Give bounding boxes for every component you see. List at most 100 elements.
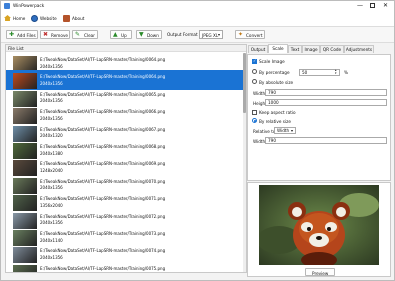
file-thumbnail — [13, 264, 37, 272]
percent-sign: % — [344, 70, 348, 75]
output-format-value: JPEG XL — [202, 33, 219, 38]
scale-image-checkbox[interactable]: ✓ — [252, 58, 257, 64]
file-dimensions: 1248x2040 — [40, 167, 63, 173]
settings-panel: Output Scale Text Image QR Code Adjustments ✓… — [247, 44, 391, 181]
remove-button[interactable]: ✖ Remove — [40, 30, 70, 39]
keep-aspect-checkbox[interactable] — [252, 110, 257, 115]
file-list: E:/TweakNow/DataSet/AI/TF-LapSRN-master/… — [6, 53, 244, 272]
preview-panel: Preview — [247, 182, 391, 277]
file-path: E:/TweakNow/DataSet/AI/TF-LapSRN-master/… — [40, 144, 166, 149]
tab-image[interactable]: Image — [302, 45, 320, 53]
up-button[interactable]: ▲ Up — [110, 30, 132, 39]
file-dimensions: 2040x1356 — [40, 98, 63, 104]
scale-image-label: Scale Image — [259, 59, 285, 64]
file-path: E:/TweakNow/DataSet/AI/TF-LapSRN-master/… — [40, 91, 166, 97]
about-icon — [63, 15, 70, 22]
maximize-button[interactable] — [370, 3, 375, 8]
tab-scale[interactable]: Scale — [268, 44, 288, 53]
file-path: E:/TweakNow/DataSet/AI/TF-LapSRN-master/… — [40, 196, 166, 202]
clear-icon: ✎ — [75, 31, 81, 38]
relative-to-label: Relative to — [253, 129, 276, 134]
add-files-label: Add Files — [17, 33, 36, 38]
file-dimensions: 1356x2040 — [40, 202, 63, 208]
down-button[interactable]: ▼ Down — [136, 30, 162, 39]
keep-aspect-label: Keep aspect ratio — [259, 110, 296, 115]
by-absolute-radio[interactable] — [252, 79, 257, 84]
menu-website-label: Website — [40, 16, 57, 21]
remove-icon: ✖ — [43, 31, 49, 38]
file-path: E:/TweakNow/DataSet/AI/TF-LapSRN-master/… — [40, 265, 166, 271]
height-input[interactable]: 1000 — [265, 99, 387, 106]
menu-home[interactable]: Home — [4, 14, 30, 24]
file-path: E:/TweakNow/DataSet/AI/TF-LapSRN-master/… — [40, 213, 166, 219]
toolbar: ✚ Add Files ✖ Remove ✎ Clear ▲ Up ▼ Down… — [1, 27, 394, 43]
app-window: WinPowerpack — ✕ Home Website About ✚ Ad… — [0, 0, 395, 281]
file-path: E:/TweakNow/DataSet/AI/TF-LapSRN-master/… — [40, 57, 166, 62]
relative-width-input[interactable]: 790 — [265, 137, 387, 144]
close-button[interactable]: ✕ — [383, 2, 388, 9]
file-dimensions: 2040x1356 — [40, 80, 63, 86]
file-path: E:/TweakNow/DataSet/AI/TF-LapSRN-master/… — [40, 178, 166, 184]
file-dimensions: 2040x1356 — [40, 185, 63, 191]
menu-about-label: About — [72, 16, 85, 21]
globe-icon — [31, 15, 38, 22]
menu-bar: Home Website About — [1, 12, 394, 27]
add-icon: ✚ — [9, 31, 15, 38]
by-relative-label: By relative size — [259, 119, 291, 124]
by-percentage-label: By percentage — [259, 70, 290, 75]
clear-button[interactable]: ✎ Clear — [72, 30, 98, 39]
down-label: Down — [147, 33, 159, 38]
file-path: E:/TweakNow/DataSet/AI/TF-LapSRN-master/… — [40, 231, 166, 236]
arrow-down-icon: ▼ — [139, 31, 144, 38]
tab-output[interactable]: Output — [248, 45, 268, 53]
relative-to-value: Width — [277, 128, 290, 133]
tab-qr-code[interactable]: QR Code — [320, 45, 344, 53]
remove-label: Remove — [51, 33, 68, 38]
home-icon — [4, 15, 11, 21]
file-list-header: File List — [6, 45, 246, 52]
percentage-spinner-icon[interactable]: ▴ ▾ — [335, 69, 337, 75]
output-format-label: Output Format — [167, 32, 198, 37]
by-absolute-label: By absolute size — [259, 80, 294, 85]
file-dimensions: 2040x1320 — [40, 133, 63, 139]
menu-website[interactable]: Website — [31, 14, 63, 24]
chevron-down-icon: ▾ — [291, 128, 294, 133]
menu-home-label: Home — [13, 16, 26, 21]
file-dimensions: 2040x1356 — [40, 220, 63, 226]
minimize-button[interactable]: — — [357, 2, 363, 9]
width-label: Width — [253, 91, 266, 96]
file-path: E:/TweakNow/DataSet/AI/TF-LapSRN-master/… — [40, 248, 166, 254]
convert-icon: ✦ — [238, 31, 244, 38]
file-dimensions: 2040x1380 — [40, 150, 63, 156]
relative-to-select[interactable]: Width ▾ — [274, 127, 296, 134]
clear-label: Clear — [84, 33, 95, 38]
convert-label: Convert — [246, 33, 263, 38]
output-format-select[interactable]: JPEG XL ▾ — [199, 30, 223, 39]
file-list-panel: File List E:/TweakNow/DataSet/AI/TF-LapS… — [5, 44, 247, 273]
tab-adjustments[interactable]: Adjustments — [344, 45, 374, 53]
file-list-title: File List — [8, 46, 24, 51]
width-input[interactable]: 790 — [265, 89, 387, 96]
file-path: E:/TweakNow/DataSet/AI/TF-LapSRN-master/… — [40, 161, 166, 167]
preview-button[interactable]: Preview — [305, 268, 335, 276]
file-list-item[interactable]: E:/TweakNow/DataSet/AI/TF-LapSRN-master/… — [6, 262, 244, 272]
scrollbar-thumb[interactable] — [243, 53, 246, 113]
up-label: Up — [121, 33, 127, 38]
convert-button[interactable]: ✦ Convert — [235, 30, 265, 39]
preview-image — [259, 185, 379, 265]
menu-about[interactable]: About — [63, 14, 89, 24]
file-dimensions: 2040x1356 — [40, 115, 63, 121]
preview-button-label: Preview — [312, 270, 329, 276]
by-percentage-radio[interactable] — [252, 69, 257, 74]
add-files-button[interactable]: ✚ Add Files — [6, 30, 38, 39]
file-list-scrollbar[interactable] — [243, 53, 246, 272]
file-dimensions: 2040x1356 — [40, 63, 63, 69]
file-path: E:/TweakNow/DataSet/AI/TF-LapSRN-master/… — [40, 109, 166, 115]
percentage-input[interactable]: 50 — [299, 69, 340, 76]
tab-text[interactable]: Text — [288, 45, 302, 53]
window-title: WinPowerpack — [13, 4, 45, 9]
title-bar: WinPowerpack — ✕ — [1, 1, 394, 12]
file-path: E:/TweakNow/DataSet/AI/TF-LapSRN-master/… — [40, 74, 166, 80]
arrow-up-icon: ▲ — [113, 31, 118, 38]
by-relative-radio[interactable] — [252, 118, 257, 123]
